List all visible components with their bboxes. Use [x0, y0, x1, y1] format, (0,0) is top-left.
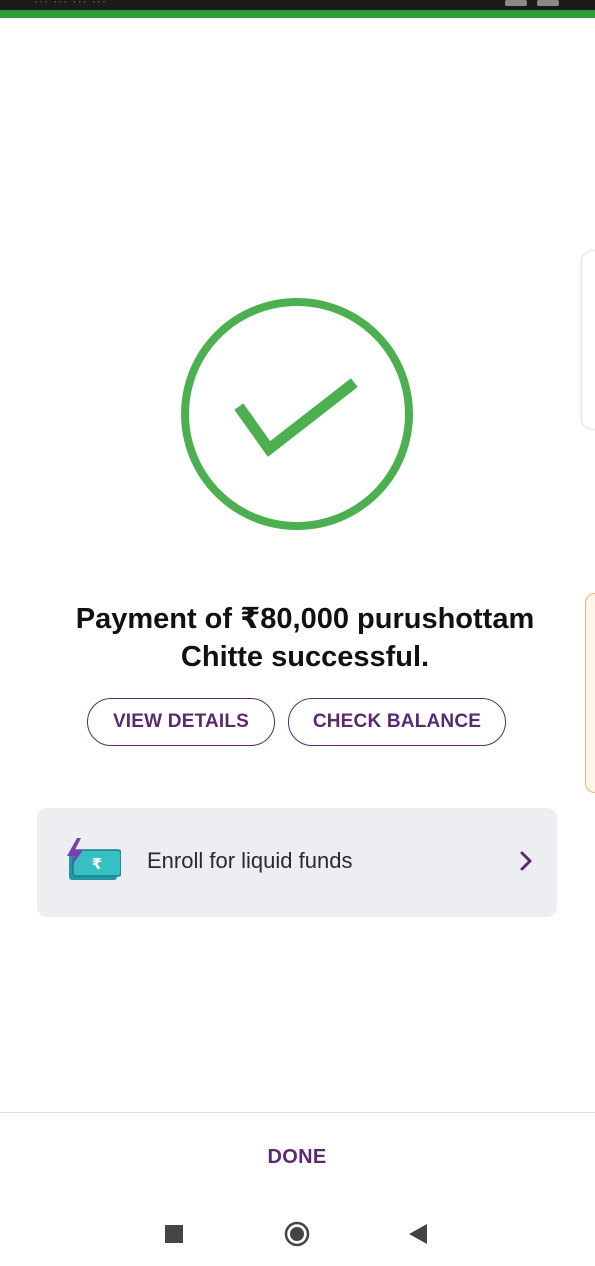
recent-apps-icon[interactable]	[161, 1221, 187, 1247]
chevron-right-icon	[520, 851, 532, 871]
system-nav-bar	[0, 1203, 595, 1266]
done-button[interactable]: DONE	[247, 1135, 347, 1179]
card-label: Enroll for liquid funds	[147, 848, 353, 873]
message-line-2: Chitte successful.	[180, 641, 430, 673]
view-details-button[interactable]: VIEW DETAILS	[87, 698, 275, 746]
enroll-liquid-funds-card[interactable]: ₹ Enroll for liquid funds	[37, 808, 557, 917]
check-balance-button[interactable]: CHECK BALANCE	[288, 698, 506, 746]
signal-icon	[505, 0, 527, 6]
status-icons	[505, 0, 559, 10]
footer-divider	[0, 1112, 595, 1113]
battery-icon	[537, 0, 559, 6]
message-line-1: Payment of ₹80,000 purushottam	[75, 603, 535, 635]
status-bar: ··· ··· ··· ···	[0, 0, 595, 18]
back-icon[interactable]	[405, 1221, 431, 1247]
rupee-note-icon: ₹	[67, 838, 121, 880]
side-panel-handle[interactable]	[581, 250, 595, 430]
svg-text:₹: ₹	[92, 855, 102, 873]
status-text: ··· ··· ··· ···	[34, 0, 107, 8]
payment-success-message: Payment of ₹80,000 purushottam Chitte su…	[0, 600, 595, 676]
status-accent-strip	[0, 10, 595, 18]
success-check-icon	[181, 298, 413, 530]
home-icon[interactable]	[284, 1221, 310, 1247]
